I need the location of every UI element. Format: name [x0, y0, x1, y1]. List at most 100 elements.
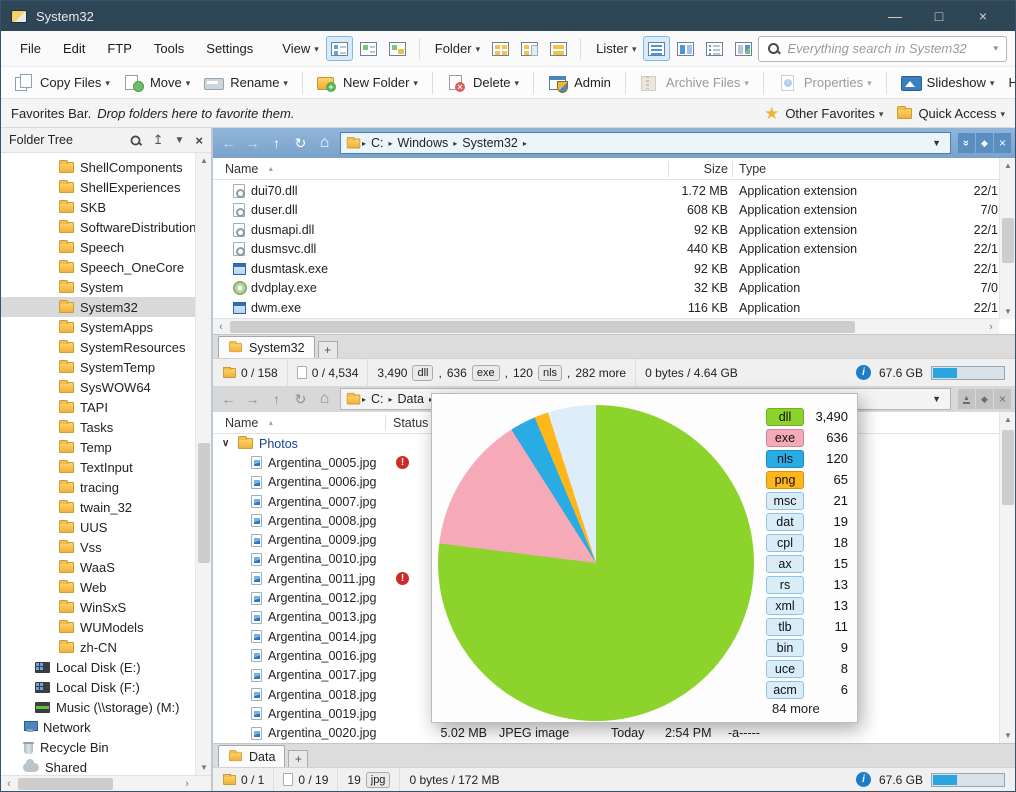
legend-item-msc[interactable]: msc21 [766, 490, 848, 511]
tree-item-winsxs[interactable]: WinSxS [1, 597, 195, 617]
scroll-down-icon[interactable]: ▼ [1000, 304, 1015, 319]
breadcrumb-segment[interactable]: C: [366, 136, 389, 150]
lister-menu[interactable]: Lister [590, 36, 642, 61]
legend-item-dat[interactable]: dat19 [766, 511, 848, 532]
info-icon[interactable] [856, 772, 871, 787]
tree-item-speech-onecore[interactable]: Speech_OneCore [1, 257, 195, 277]
scroll-right-icon[interactable]: › [179, 776, 195, 792]
tree-item-vss[interactable]: Vss [1, 537, 195, 557]
tree-item-shellexperiences[interactable]: ShellExperiences [1, 177, 195, 197]
scrollbar-thumb[interactable] [1002, 430, 1014, 505]
new-folder-button[interactable]: New Folder [310, 71, 425, 95]
search-dropdown-icon[interactable]: ▾ [993, 43, 998, 54]
properties-button[interactable]: Properties [771, 71, 879, 95]
close-pane-icon[interactable]: × [994, 389, 1011, 409]
tab-data[interactable]: Data [218, 745, 285, 767]
horizontal-split-button[interactable] [643, 36, 670, 61]
swap-panes-icon[interactable]: ◆ [976, 133, 993, 153]
legend-item-tlb[interactable]: tlb11 [766, 616, 848, 637]
file-row[interactable]: dusmsvc.dll440 KBApplication extension22… [213, 240, 999, 260]
tree-item-tasks[interactable]: Tasks [1, 417, 195, 437]
tree-search-icon[interactable] [129, 134, 141, 146]
legend-item-nls[interactable]: nls120 [766, 448, 848, 469]
breadcrumb-segment[interactable]: Data [393, 392, 429, 406]
delete-button[interactable]: Delete [440, 71, 526, 95]
upper-breadcrumb[interactable]: ▸C:▸Windows▸System32▸ ▼ [340, 132, 951, 154]
expand-chevron-icon[interactable]: ∨ [222, 438, 229, 449]
maximize-pane-icon[interactable]: ▲ [958, 389, 975, 409]
scroll-left-icon[interactable]: ‹ [213, 319, 229, 334]
tree-item-recycle-bin[interactable]: Recycle Bin [1, 737, 195, 757]
legend-item-png[interactable]: png65 [766, 469, 848, 490]
file-row[interactable]: dusmapi.dll92 KBApplication extension22/… [213, 220, 999, 240]
tree-item-shellcomponents[interactable]: ShellComponents [1, 157, 195, 177]
breadcrumb-dropdown-icon[interactable]: ▼ [928, 138, 945, 148]
tree-item-systemresources[interactable]: SystemResources [1, 337, 195, 357]
admin-button[interactable]: Admin [541, 71, 618, 95]
home-icon[interactable]: ⌂ [313, 390, 336, 408]
tree-item-local-disk-e-[interactable]: Local Disk (E:) [1, 657, 195, 677]
tree-item-tracing[interactable]: tracing [1, 477, 195, 497]
column-header-size[interactable]: Size [668, 158, 728, 180]
legend-item-bin[interactable]: bin9 [766, 637, 848, 658]
tree-item-tapi[interactable]: TAPI [1, 397, 195, 417]
legend-item-rs[interactable]: rs13 [766, 574, 848, 595]
new-tab-button[interactable]: + [318, 341, 338, 358]
file-row[interactable]: Argentina_0020.jpg5.02 MBJPEG imageToday… [213, 723, 999, 742]
swap-panes-icon[interactable]: ◆ [976, 389, 993, 409]
tree-item-music-storage-m-[interactable]: Music (\\storage) (M:) [1, 697, 195, 717]
maximize-button[interactable]: □ [917, 1, 961, 31]
tree-item-zh-cn[interactable]: zh-CN [1, 637, 195, 657]
tree-item-systemapps[interactable]: SystemApps [1, 317, 195, 337]
breadcrumb-segment[interactable]: System32 [457, 136, 523, 150]
tab-system32[interactable]: System32 [218, 336, 315, 358]
up-icon[interactable]: ↑ [265, 391, 288, 407]
move-button[interactable]: Move [117, 71, 197, 95]
tree-item-shared[interactable]: Shared [1, 757, 195, 775]
copy-files-button[interactable]: Copy Files [7, 71, 117, 95]
tree-item-syswow64[interactable]: SysWOW64 [1, 377, 195, 397]
legend-item-dll[interactable]: dll3,490 [766, 406, 848, 427]
tree-scroll-top-icon[interactable]: ↥ [153, 132, 164, 148]
legend-item-exe[interactable]: exe636 [766, 427, 848, 448]
menu-tools[interactable]: Tools [143, 36, 195, 61]
upper-vertical-scrollbar[interactable]: ▲ ▼ [999, 158, 1015, 319]
folder-panels-button[interactable] [545, 36, 572, 61]
scroll-up-icon[interactable]: ▲ [1000, 412, 1015, 427]
file-row[interactable]: dui70.dll1.72 MBApplication extension22/… [213, 181, 999, 201]
info-icon[interactable] [856, 365, 871, 380]
menu-ftp[interactable]: FTP [96, 36, 143, 61]
folder-menu[interactable]: Folder [429, 36, 486, 61]
tree-horizontal-scrollbar[interactable]: ‹ › [1, 775, 211, 791]
scroll-up-icon[interactable]: ▲ [196, 153, 211, 168]
refresh-icon[interactable]: ↻ [289, 135, 312, 152]
scroll-right-icon[interactable]: › [983, 319, 999, 334]
refresh-icon[interactable]: ↻ [289, 391, 312, 408]
breadcrumb-segment[interactable]: Windows [393, 136, 454, 150]
new-tab-button[interactable]: + [288, 750, 308, 767]
up-icon[interactable]: ↑ [265, 135, 288, 151]
back-icon[interactable]: ← [217, 135, 240, 151]
view-menu[interactable]: View [276, 36, 324, 61]
scrollbar-thumb[interactable] [18, 778, 113, 790]
archive-files-button[interactable]: Archive Files [633, 71, 756, 95]
tree-vertical-scrollbar[interactable]: ▲ ▼ [195, 153, 211, 775]
legend-item-ax[interactable]: ax15 [766, 553, 848, 574]
scrollbar-thumb[interactable] [1002, 218, 1014, 263]
scroll-down-icon[interactable]: ▼ [196, 760, 211, 775]
tree-options-icon[interactable]: ▼ [175, 135, 185, 146]
file-row[interactable]: dvdplay.exe32 KBApplication7/0 [213, 279, 999, 299]
breadcrumb-dropdown-icon[interactable]: ▼ [928, 394, 945, 404]
lower-vertical-scrollbar[interactable]: ▲ ▼ [999, 412, 1015, 743]
file-row[interactable]: duser.dll608 KBApplication extension7/0 [213, 201, 999, 221]
scrollbar-thumb[interactable] [198, 443, 210, 563]
list-view-button[interactable] [355, 36, 382, 61]
scroll-up-icon[interactable]: ▲ [1000, 158, 1015, 173]
tree-item-local-disk-f-[interactable]: Local Disk (F:) [1, 677, 195, 697]
slideshow-button[interactable]: Slideshow [894, 71, 1002, 95]
legend-item-acm[interactable]: acm6 [766, 679, 848, 700]
scroll-left-icon[interactable]: ‹ [1, 776, 17, 792]
search-input[interactable]: Everything search in System32 ▾ [758, 36, 1007, 62]
forward-icon[interactable]: → [241, 135, 264, 151]
column-header-status[interactable]: Status [393, 412, 428, 434]
